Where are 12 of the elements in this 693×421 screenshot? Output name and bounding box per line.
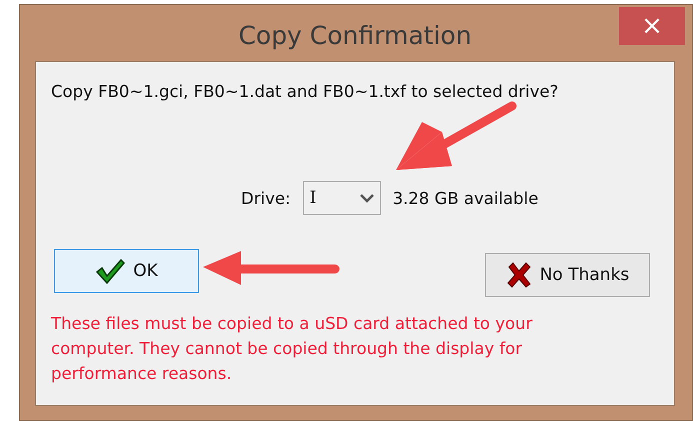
available-space-text: 3.28 GB available <box>392 188 538 208</box>
chevron-icon <box>360 194 374 202</box>
window-title: Copy Confirmation <box>238 20 472 50</box>
checkmark-icon <box>95 258 126 284</box>
drive-label: Drive: <box>241 188 291 208</box>
question-text: Copy FB0~1.gci, FB0~1.dat and FB0~1.txf to selected drive? <box>51 82 560 101</box>
close-button[interactable]: × <box>619 7 685 45</box>
cross-icon <box>506 262 532 288</box>
drive-dropdown[interactable]: I <box>302 181 381 215</box>
ok-button[interactable]: OK <box>54 249 199 293</box>
warning-text: These files must be copied to a uSD card attached to your computer. They cannot be copied through the display for performance reasons. <box>51 313 534 385</box>
cancel-button[interactable]: No Thanks <box>485 253 650 297</box>
